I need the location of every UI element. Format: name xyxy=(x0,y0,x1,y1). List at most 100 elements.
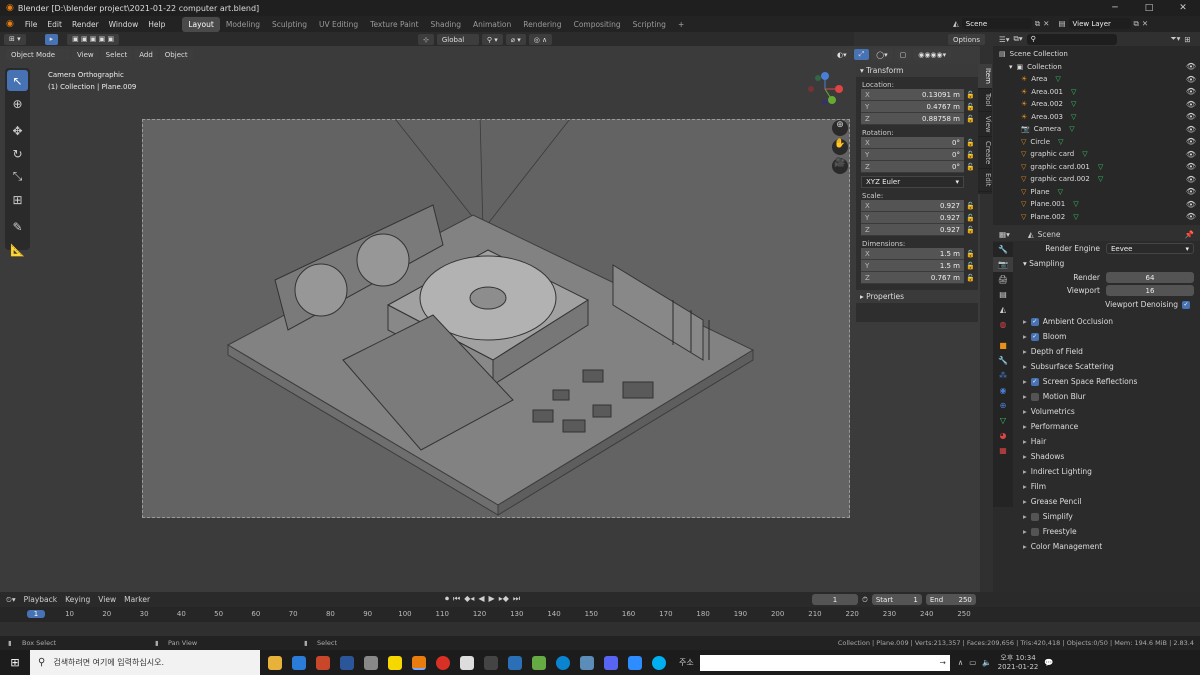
transform-header[interactable]: ▾ Transform xyxy=(856,64,978,77)
menu-file[interactable]: File xyxy=(20,20,43,29)
location-x-field[interactable]: X 0.13091 m 🔓 xyxy=(861,89,975,101)
section-color-management[interactable]: ▸ Color Management xyxy=(1015,539,1200,554)
data-tab-icon[interactable]: ▽ xyxy=(993,413,1013,428)
start-frame-field[interactable]: Start 1 xyxy=(871,594,922,605)
edge-icon[interactable] xyxy=(556,655,570,670)
workspace-tab-shading[interactable]: Shading xyxy=(425,17,467,32)
viewport-samples-field[interactable]: 16 xyxy=(1106,285,1194,296)
sidebar-tab-edit[interactable]: Edit xyxy=(978,169,992,192)
eye-icon[interactable]: 👁 xyxy=(1186,162,1196,171)
lock-icon[interactable]: 🔓 xyxy=(966,139,975,147)
material-tab-icon[interactable]: ◕ xyxy=(993,428,1013,443)
taskbar-search-box[interactable]: ⚲ 검색하려면 여기에 입력하십시오. xyxy=(30,650,260,675)
world-tab-icon[interactable]: ◍ xyxy=(993,317,1013,332)
workspace-tab-rendering[interactable]: Rendering xyxy=(517,17,567,32)
render-tab-icon[interactable]: 📷 xyxy=(993,257,1013,272)
current-frame-field[interactable]: 1 xyxy=(812,594,858,605)
section-grease-pencil[interactable]: ▸ Grease Pencil xyxy=(1015,494,1200,509)
menu-edit[interactable]: Edit xyxy=(42,20,67,29)
section-performance[interactable]: ▸ Performance xyxy=(1015,419,1200,434)
snap-icon[interactable]: ⌀ ▾ xyxy=(505,34,526,45)
overlay-toggle-icon[interactable]: ◯▾ xyxy=(871,49,893,60)
location-y-field[interactable]: Y 0.4767 m 🔓 xyxy=(861,101,975,113)
object-menu[interactable]: Object xyxy=(159,49,193,60)
tool-icon[interactable] xyxy=(508,655,522,670)
rotation-y-field[interactable]: Y 0° 🔓 xyxy=(861,149,975,161)
lock-icon[interactable]: 🔓 xyxy=(966,103,975,111)
proportional-edit-icon[interactable]: ◎ ∧ xyxy=(528,34,553,45)
scale-x-field[interactable]: X 0.927 🔓 xyxy=(861,200,975,212)
dimensions-z-field[interactable]: Z 0.767 m 🔓 xyxy=(861,272,975,284)
scale-y-field[interactable]: Y 0.927 🔓 xyxy=(861,212,975,224)
frame-ruler[interactable]: 1 10 20 30 40 50 60 70 80 90 100 110 120 130 140 150 160… xyxy=(0,607,1200,622)
pan-hand-icon[interactable]: ✋ xyxy=(832,139,848,155)
zoom-icon[interactable]: ⊕ xyxy=(832,120,848,136)
section-checkbox[interactable] xyxy=(1030,512,1039,521)
new-collection-icon[interactable]: ⊞ xyxy=(1184,35,1190,44)
rotate-icon[interactable]: ↻ xyxy=(7,143,28,164)
lock-icon[interactable]: 🔓 xyxy=(966,91,975,99)
menu-help[interactable]: Help xyxy=(143,20,170,29)
scene-close-icon[interactable]: ✕ xyxy=(1043,19,1049,28)
camera-view-icon[interactable]: 🎥 xyxy=(832,158,848,174)
sidebar-tab-create[interactable]: Create xyxy=(978,137,992,170)
transform-orientation-selector[interactable]: Global xyxy=(436,34,479,45)
filter-icon[interactable]: ⏷▾ xyxy=(1171,34,1181,44)
transform-orientation-icon[interactable]: ⊹ xyxy=(418,34,434,45)
address-bar-input[interactable]: → xyxy=(699,654,950,671)
dimensions-x-field[interactable]: X 1.5 m 🔓 xyxy=(861,248,975,260)
workspace-tab-modeling[interactable]: Modeling xyxy=(220,17,266,32)
maximize-button[interactable]: □ xyxy=(1132,0,1166,16)
sidebar-tab-item[interactable]: Item xyxy=(978,64,992,89)
play-reverse-icon[interactable]: ◀ xyxy=(478,594,484,604)
display-mode-icon[interactable]: ⧉▾ xyxy=(1014,34,1023,44)
lock-icon[interactable]: 🔓 xyxy=(966,226,975,234)
eye-icon[interactable]: 👁 xyxy=(1186,212,1196,221)
scene-tab-icon-2[interactable]: ◭ xyxy=(993,302,1013,317)
jump-start-icon[interactable]: ⏮ xyxy=(453,594,460,604)
eye-icon[interactable]: 👁 xyxy=(1186,175,1196,184)
workspace-tab-sculpting[interactable]: Sculpting xyxy=(266,17,313,32)
sidebar-tab-view[interactable]: View xyxy=(978,112,992,138)
select-mode-icons[interactable]: ▣ ▣ ▣ ▣ ▣ xyxy=(67,33,120,45)
annotate-icon[interactable]: ✎ xyxy=(7,216,28,237)
outliner-search-input[interactable]: ⚲ xyxy=(1026,33,1117,45)
blender-menu-icon[interactable]: ◉ xyxy=(0,19,20,29)
eye-icon[interactable]: 👁 xyxy=(1186,125,1196,134)
lock-icon[interactable]: 🔓 xyxy=(966,250,975,258)
section-shadows[interactable]: ▸ Shadows xyxy=(1015,449,1200,464)
snip-icon[interactable] xyxy=(580,655,594,670)
workspace-tab-layout[interactable]: Layout xyxy=(182,16,220,32)
collection-row[interactable]: ▾ ▣ Collection 👁 xyxy=(993,61,1200,74)
kakaotalk-icon[interactable] xyxy=(388,655,402,670)
shading-modes-icon[interactable]: ◉◉◉◉▾ xyxy=(913,49,952,60)
record-icon[interactable]: ⏺ xyxy=(445,594,449,604)
rotation-z-field[interactable]: Z 0° 🔓 xyxy=(861,161,975,173)
properties-header[interactable]: ▸ Properties xyxy=(856,290,978,303)
section-simplify[interactable]: ▸ Simplify xyxy=(1015,509,1200,524)
move-icon[interactable]: ✥ xyxy=(7,120,28,141)
section-indirect-lighting[interactable]: ▸ Indirect Lighting xyxy=(1015,464,1200,479)
select-menu[interactable]: Select xyxy=(100,49,133,60)
modifier-tab-icon[interactable]: 🔧 xyxy=(993,353,1013,368)
physics-tab-icon[interactable]: ◉ xyxy=(993,383,1013,398)
section-checkbox[interactable] xyxy=(1030,392,1039,401)
transform-icon[interactable]: ⊞ xyxy=(7,189,28,210)
scene-copy-icon[interactable]: ⧉ xyxy=(1035,19,1040,29)
view-layer-copy-icon[interactable]: ⧉ xyxy=(1134,19,1139,29)
outliner-item[interactable]: ☀ Area.002 ▽ 👁 xyxy=(993,98,1200,111)
minimize-button[interactable]: ─ xyxy=(1098,0,1132,16)
properties-editor-icon[interactable]: ▦▾ xyxy=(999,230,1010,239)
outliner-item[interactable]: ▽ graphic card ▽ 👁 xyxy=(993,148,1200,161)
outliner-item[interactable]: ☀ Area ▽ 👁 xyxy=(993,73,1200,86)
section-depth-of-field[interactable]: ▸ Depth of Field xyxy=(1015,344,1200,359)
eye-icon[interactable]: 👁 xyxy=(1186,75,1196,84)
eye-icon[interactable]: 👁 xyxy=(1186,150,1196,159)
outliner-item[interactable]: 📷 Camera ▽ 👁 xyxy=(993,123,1200,136)
end-frame-field[interactable]: End 250 xyxy=(925,594,976,605)
view-layer-close-icon[interactable]: ✕ xyxy=(1142,19,1148,28)
object-mode-selector[interactable]: Object Mode xyxy=(6,49,70,60)
outliner-item[interactable]: ☀ Area.001 ▽ 👁 xyxy=(993,86,1200,99)
render-engine-selector[interactable]: Eevee ▾ xyxy=(1106,243,1194,254)
sampling-header[interactable]: ▾ Sampling xyxy=(1015,256,1200,271)
